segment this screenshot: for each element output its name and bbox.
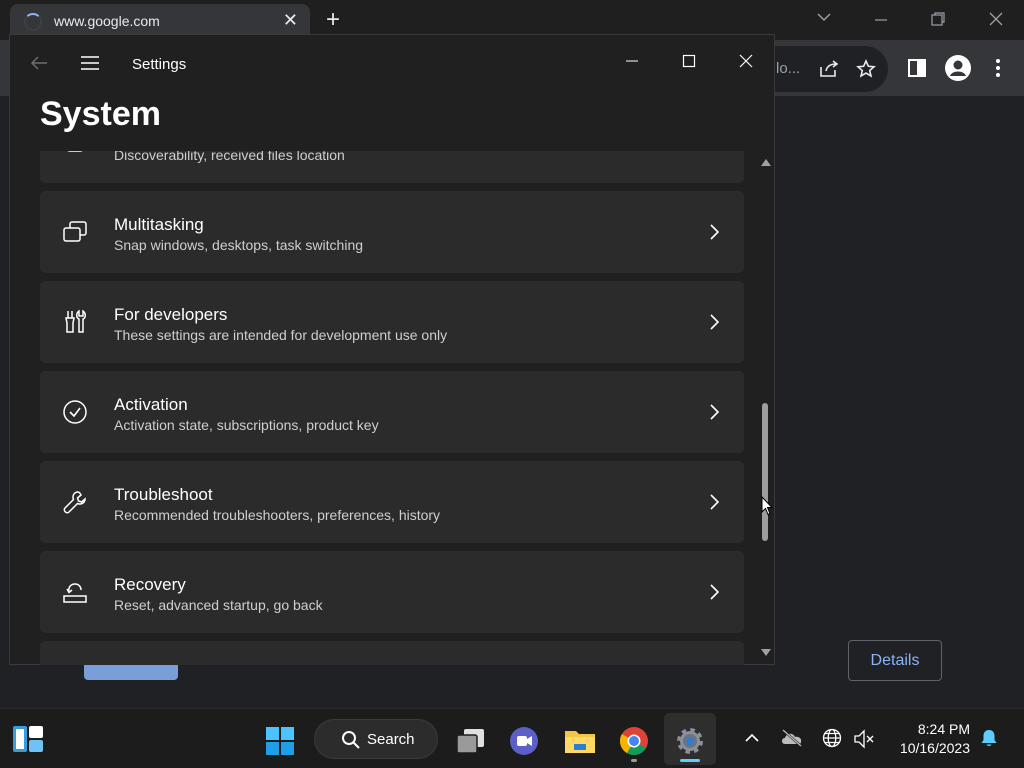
volume-muted-icon[interactable]: [853, 729, 875, 749]
recovery-icon: [63, 583, 87, 603]
scrollbar[interactable]: [758, 151, 772, 663]
chrome-menu-icon[interactable]: [994, 58, 1002, 78]
settings-item-title: For developers: [114, 305, 228, 324]
settings-item-recovery[interactable]: Recovery Reset, advanced startup, go bac…: [40, 551, 744, 633]
settings-item-title: Troubleshoot: [114, 485, 213, 504]
settings-item-description: These settings are intended for developm…: [114, 327, 448, 343]
settings-window: Settings System Discoverability, receive…: [9, 34, 775, 665]
tab-close-icon[interactable]: ✕: [283, 10, 298, 31]
file-explorer-button[interactable]: [560, 721, 600, 761]
onedrive-icon[interactable]: [780, 729, 804, 747]
share-icon[interactable]: [818, 59, 840, 79]
settings-item-multitasking[interactable]: Multitasking Snap windows, desktops, tas…: [40, 191, 744, 273]
settings-item-description: Reset, advanced startup, go back: [114, 597, 323, 613]
settings-list: Discoverability, received files location…: [10, 151, 774, 665]
maximize-icon: [682, 54, 696, 68]
settings-titlebar: Settings: [10, 35, 774, 95]
bookmark-star-icon[interactable]: [856, 59, 876, 79]
scroll-up-arrow-icon[interactable]: [761, 159, 771, 166]
taskbar: Search 8:24 PM 10/16/2023: [0, 708, 1024, 768]
close-icon: [739, 54, 753, 68]
settings-item-for-developers[interactable]: For developers These settings are intend…: [40, 281, 744, 363]
tab-search-icon[interactable]: [816, 12, 832, 22]
back-arrow-icon[interactable]: [30, 55, 48, 71]
scroll-down-arrow-icon[interactable]: [761, 649, 771, 656]
chrome-running-indicator: [631, 759, 637, 762]
side-panel-icon[interactable]: [908, 59, 926, 77]
settings-item-description: Snap windows, desktops, task switching: [114, 237, 364, 253]
chrome-taskbar-button[interactable]: [614, 721, 654, 761]
settings-taskbar-button[interactable]: [670, 721, 710, 761]
settings-item-description: Activation state, subscriptions, product…: [114, 417, 379, 433]
settings-item-nearby-sharing[interactable]: Discoverability, received files location: [40, 151, 744, 183]
activation-icon: [63, 400, 87, 424]
network-icon[interactable]: [822, 728, 842, 748]
clock-time[interactable]: 8:24 PM: [900, 721, 970, 737]
settings-item-title: Multitasking: [114, 215, 204, 234]
troubleshoot-icon: [63, 491, 86, 514]
chevron-right-icon: [710, 494, 720, 510]
start-button[interactable]: [260, 721, 300, 761]
file-explorer-icon: [565, 731, 595, 753]
task-view-button[interactable]: [450, 721, 490, 761]
settings-item-troubleshoot[interactable]: Troubleshoot Recommended troubleshooters…: [40, 461, 744, 543]
chevron-right-icon: [710, 584, 720, 600]
settings-item-activation[interactable]: Activation Activation state, subscriptio…: [40, 371, 744, 453]
chrome-icon: [620, 727, 648, 755]
profile-avatar-icon[interactable]: [944, 54, 972, 82]
search-icon: [342, 731, 360, 749]
start-icon: [266, 727, 294, 755]
loading-spinner-icon: [24, 13, 42, 31]
settings-item-title: Activation: [114, 395, 188, 414]
maximize-button[interactable]: [666, 45, 712, 77]
nearby-sharing-icon: [67, 151, 83, 152]
address-bar-text: lo...: [776, 60, 801, 77]
notification-bell-icon[interactable]: [980, 728, 998, 748]
show-hidden-icons-icon[interactable]: [744, 733, 760, 743]
search-label: Search: [367, 731, 415, 748]
clock-date[interactable]: 10/16/2023: [880, 740, 970, 756]
teams-chat-button[interactable]: [504, 721, 544, 761]
settings-item-description: Recommended troubleshooters, preferences…: [114, 507, 441, 523]
taskbar-search[interactable]: Search: [314, 719, 438, 759]
minimize-button[interactable]: [609, 45, 655, 77]
widgets-icon[interactable]: [12, 725, 44, 753]
scrollbar-thumb[interactable]: [762, 403, 768, 541]
settings-item-next[interactable]: [40, 641, 744, 665]
new-tab-button[interactable]: +: [326, 6, 340, 34]
multitasking-icon: [63, 221, 87, 242]
page-title: System: [40, 95, 161, 133]
hamburger-menu-icon[interactable]: [80, 55, 100, 71]
browser-close-icon[interactable]: [988, 11, 1004, 27]
settings-item-title: Recovery: [114, 575, 186, 594]
mouse-cursor-icon: [761, 496, 773, 516]
settings-item-description: Discoverability, received files location: [114, 151, 345, 163]
details-button[interactable]: Details: [848, 640, 942, 681]
browser-restore-icon[interactable]: [930, 11, 946, 27]
close-button[interactable]: [723, 45, 769, 77]
tab-title: www.google.com: [54, 13, 160, 29]
minimize-icon: [626, 60, 638, 62]
app-title: Settings: [132, 56, 187, 73]
chevron-right-icon: [710, 404, 720, 420]
settings-active-indicator: [680, 759, 700, 762]
chevron-right-icon: [710, 314, 720, 330]
task-view-icon: [456, 729, 484, 754]
teams-icon: [510, 727, 538, 755]
browser-minimize-icon[interactable]: [873, 12, 889, 28]
settings-icon: [677, 728, 703, 754]
chevron-right-icon: [710, 224, 720, 240]
developers-icon: [65, 309, 86, 333]
